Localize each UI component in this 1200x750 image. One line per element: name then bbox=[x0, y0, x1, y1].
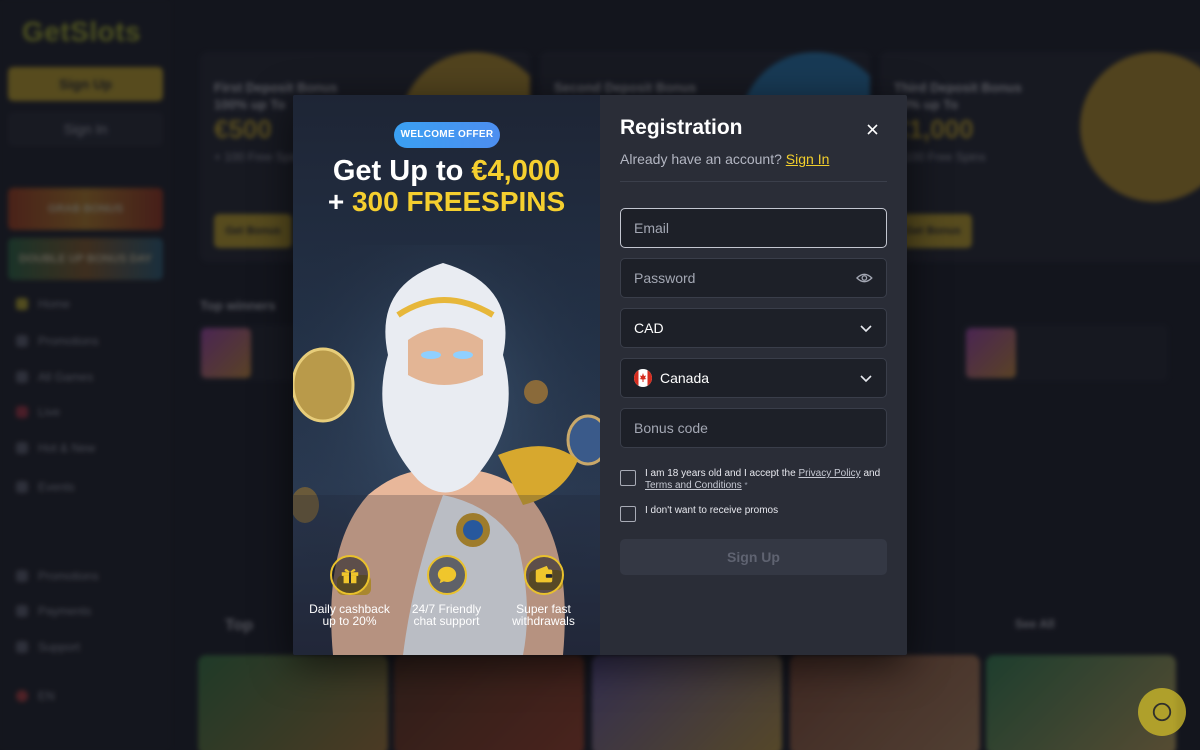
country-select[interactable]: Canada bbox=[620, 358, 887, 398]
country-value: Canada bbox=[660, 370, 710, 386]
bonus-code-input[interactable] bbox=[634, 420, 873, 436]
wallet-icon bbox=[523, 555, 564, 595]
terms-conditions-link[interactable]: Terms and Conditions bbox=[645, 480, 742, 491]
chat-bubble-icon bbox=[426, 555, 467, 595]
chevron-down-icon bbox=[860, 375, 872, 383]
have-account-label: Already have an account? bbox=[620, 151, 782, 167]
headline-amount: €4,000 bbox=[471, 155, 561, 187]
terms-label: I am 18 years old and I accept the bbox=[645, 468, 799, 479]
terms-label: and bbox=[860, 468, 881, 479]
canada-flag-icon bbox=[634, 369, 652, 387]
no-promos-checkbox[interactable] bbox=[620, 506, 636, 522]
offer-headline-line1: Get Up to €4,000 bbox=[293, 155, 600, 188]
currency-value: CAD bbox=[634, 320, 664, 336]
required-marker: * bbox=[744, 481, 748, 490]
chevron-down-icon bbox=[860, 325, 872, 333]
sign-up-button[interactable]: Sign Up bbox=[620, 539, 887, 575]
feature-support: 24/7 Friendly chat support bbox=[399, 555, 494, 627]
divider bbox=[620, 181, 887, 182]
email-input[interactable] bbox=[634, 220, 873, 236]
no-promos-label: I don't want to receive promos bbox=[645, 505, 779, 516]
close-button[interactable] bbox=[862, 119, 882, 139]
registration-modal: WELCOME OFFER Get Up to €4,000 + 300 FRE… bbox=[293, 95, 907, 655]
registration-title: Registration bbox=[620, 116, 743, 139]
gift-icon bbox=[329, 555, 370, 595]
privacy-policy-link[interactable]: Privacy Policy bbox=[798, 468, 860, 479]
terms-checkbox[interactable] bbox=[620, 470, 636, 486]
offer-headline-line2: + 300 FREESPINS bbox=[293, 186, 600, 218]
sign-in-link[interactable]: Sign In bbox=[786, 151, 830, 167]
email-field[interactable] bbox=[620, 208, 887, 248]
chat-icon bbox=[1152, 702, 1172, 722]
eye-icon[interactable] bbox=[856, 272, 873, 284]
terms-text: I am 18 years old and I accept the Priva… bbox=[645, 468, 890, 492]
currency-select[interactable]: CAD bbox=[620, 308, 887, 348]
feature-label: up to 20% bbox=[322, 614, 377, 628]
terms-checkbox-row: I am 18 years old and I accept the Priva… bbox=[620, 468, 890, 492]
headline-text: Get Up to bbox=[332, 155, 472, 187]
feature-withdrawals: Super fast withdrawals bbox=[496, 555, 591, 627]
feature-cashback: Daily cashback up to 20% bbox=[302, 555, 397, 627]
password-field[interactable] bbox=[620, 258, 887, 298]
chat-button[interactable] bbox=[1138, 688, 1186, 736]
headline-text: + bbox=[327, 186, 352, 217]
registration-form-panel: Registration Already have an account? Si… bbox=[600, 95, 907, 655]
bonus-code-field[interactable] bbox=[620, 408, 887, 448]
welcome-offer-panel: WELCOME OFFER Get Up to €4,000 + 300 FRE… bbox=[293, 95, 600, 655]
feature-label: withdrawals bbox=[512, 614, 575, 628]
feature-list: Daily cashback up to 20% 24/7 Friendly c… bbox=[293, 555, 600, 627]
welcome-offer-badge: WELCOME OFFER bbox=[394, 122, 500, 148]
close-icon bbox=[866, 123, 878, 135]
promos-checkbox-row: I don't want to receive promos bbox=[620, 504, 890, 522]
password-input[interactable] bbox=[634, 270, 857, 286]
have-account-text: Already have an account? Sign In bbox=[620, 151, 829, 167]
feature-label: chat support bbox=[413, 614, 480, 628]
headline-freespins: 300 FREESPINS bbox=[351, 186, 566, 217]
